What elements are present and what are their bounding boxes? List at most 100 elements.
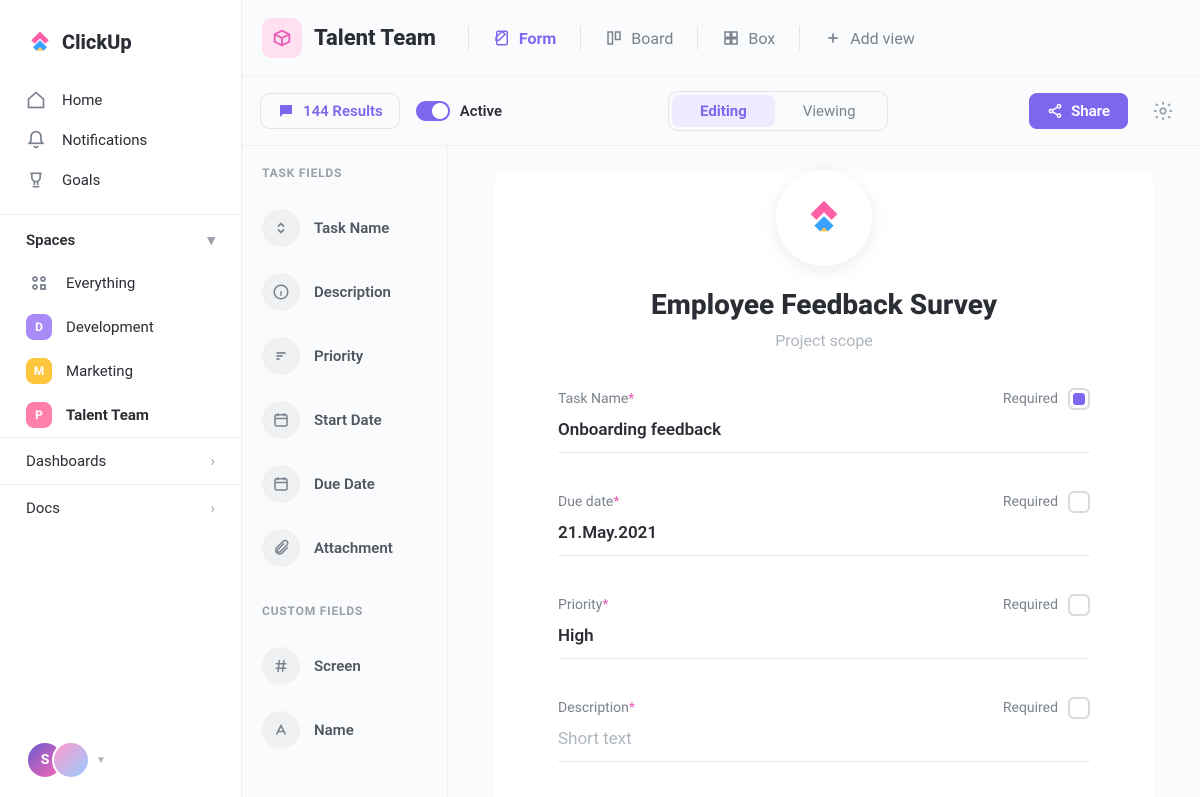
section-label: Dashboards <box>26 452 106 470</box>
toggle-label: Active <box>460 102 502 120</box>
required-checkbox[interactable] <box>1068 491 1090 513</box>
plus-icon <box>824 29 842 47</box>
spaces-label: Spaces <box>26 231 75 249</box>
form-logo[interactable] <box>776 170 872 266</box>
tab-label: Box <box>748 29 775 48</box>
required-label: Required <box>1003 700 1058 716</box>
caret-down-icon[interactable]: ▼ <box>96 755 106 766</box>
field-task-name[interactable]: Task Name <box>262 196 439 260</box>
form-title[interactable]: Employee Feedback Survey <box>558 288 1090 321</box>
user-avatar[interactable] <box>52 741 90 779</box>
bell-icon <box>26 130 46 150</box>
grid-icon <box>26 270 52 296</box>
field-label: Task Name <box>314 219 389 237</box>
calendar-icon <box>262 401 300 439</box>
tab-board[interactable]: Board <box>593 23 685 54</box>
trophy-icon <box>26 170 46 190</box>
nav-section: Home Notifications Goals <box>0 76 241 214</box>
chevron-right-icon: › <box>210 499 215 517</box>
sidebar-footer: S ▼ <box>0 723 241 797</box>
fields-panel: TASK FIELDS Task Name Description Priori… <box>242 146 448 797</box>
results-pill[interactable]: 144 Results <box>260 93 400 129</box>
page-icon <box>262 18 302 58</box>
field-label: Start Date <box>314 411 382 429</box>
field-label: Priority <box>314 347 363 365</box>
form-field-priority[interactable]: Priority* Required High <box>558 594 1090 659</box>
field-due-date[interactable]: Due Date <box>262 452 439 516</box>
sidebar-item-docs[interactable]: Docs › <box>0 484 241 531</box>
home-icon <box>26 90 46 110</box>
field-value[interactable]: High <box>558 626 1090 659</box>
field-description[interactable]: Description <box>262 260 439 324</box>
form-canvas: Employee Feedback Survey Project scope T… <box>448 146 1200 797</box>
space-item-talent-team[interactable]: P Talent Team <box>0 393 241 437</box>
viewing-button[interactable]: Viewing <box>775 95 884 127</box>
chevron-down-icon: ▾ <box>207 231 215 249</box>
field-value[interactable]: Onboarding feedback <box>558 420 1090 453</box>
add-view-button[interactable]: Add view <box>812 23 927 54</box>
hash-icon <box>262 647 300 685</box>
page-title: Talent Team <box>314 26 436 51</box>
editing-button[interactable]: Editing <box>672 95 775 127</box>
field-label: Due Date <box>314 475 375 493</box>
attachment-icon <box>262 529 300 567</box>
sidebar-item-home[interactable]: Home <box>0 80 241 120</box>
sidebar-item-dashboards[interactable]: Dashboards › <box>0 437 241 484</box>
field-label: Attachment <box>314 539 393 557</box>
field-label: Description <box>314 283 391 301</box>
field-name[interactable]: Name <box>262 698 439 762</box>
sidebar-item-goals[interactable]: Goals <box>0 160 241 200</box>
required-label: Required <box>1003 597 1058 613</box>
required-label: Required <box>1003 391 1058 407</box>
space-label: Development <box>66 318 154 336</box>
tab-label: Board <box>631 29 673 48</box>
form-card: Employee Feedback Survey Project scope T… <box>494 170 1154 797</box>
tab-form[interactable]: Form <box>481 23 568 54</box>
space-badge: P <box>26 402 52 428</box>
sidebar-item-notifications[interactable]: Notifications <box>0 120 241 160</box>
field-name-label: Task Name* <box>558 391 634 407</box>
space-label: Everything <box>66 274 135 292</box>
form-field-due-date[interactable]: Due date* Required 21.May.2021 <box>558 491 1090 556</box>
tab-box[interactable]: Box <box>710 23 787 54</box>
subbar: 144 Results Active Editing Viewing Share <box>242 77 1200 146</box>
custom-fields-heading: CUSTOM FIELDS <box>262 604 439 618</box>
share-button[interactable]: Share <box>1029 93 1128 129</box>
field-value[interactable]: 21.May.2021 <box>558 523 1090 556</box>
share-label: Share <box>1071 102 1110 120</box>
spaces-header[interactable]: Spaces ▾ <box>0 215 241 261</box>
active-toggle[interactable] <box>416 101 450 121</box>
form-subtitle[interactable]: Project scope <box>558 331 1090 350</box>
field-name-label: Priority* <box>558 597 608 613</box>
space-badge: D <box>26 314 52 340</box>
form-field-description[interactable]: Description* Required Short text <box>558 697 1090 762</box>
results-count: 144 Results <box>303 102 383 120</box>
field-screen[interactable]: Screen <box>262 634 439 698</box>
space-label: Talent Team <box>66 406 149 424</box>
space-item-development[interactable]: D Development <box>0 305 241 349</box>
topbar: Talent Team Form Board Box Add view <box>242 0 1200 77</box>
logo[interactable]: ClickUp <box>0 0 241 76</box>
sidebar: ClickUp Home Notifications Goals Spaces … <box>0 0 242 797</box>
field-name-label: Due date* <box>558 494 619 510</box>
field-attachment[interactable]: Attachment <box>262 516 439 580</box>
gear-icon <box>1152 100 1174 122</box>
space-item-marketing[interactable]: M Marketing <box>0 349 241 393</box>
comment-icon <box>277 102 295 120</box>
required-checkbox[interactable] <box>1068 388 1090 410</box>
expand-icon <box>262 209 300 247</box>
space-item-everything[interactable]: Everything <box>0 261 241 305</box>
required-checkbox[interactable] <box>1068 697 1090 719</box>
field-label: Name <box>314 721 354 739</box>
form-field-task-name[interactable]: Task Name* Required Onboarding feedback <box>558 388 1090 453</box>
required-checkbox[interactable] <box>1068 594 1090 616</box>
mode-segmented: Editing Viewing <box>668 91 888 131</box>
field-start-date[interactable]: Start Date <box>262 388 439 452</box>
settings-button[interactable] <box>1144 92 1182 130</box>
tab-label: Form <box>519 29 556 48</box>
chevron-right-icon: › <box>210 452 215 470</box>
field-priority[interactable]: Priority <box>262 324 439 388</box>
field-value[interactable]: Short text <box>558 729 1090 762</box>
form-icon <box>493 29 511 47</box>
main: Talent Team Form Board Box Add view 144 … <box>242 0 1200 797</box>
